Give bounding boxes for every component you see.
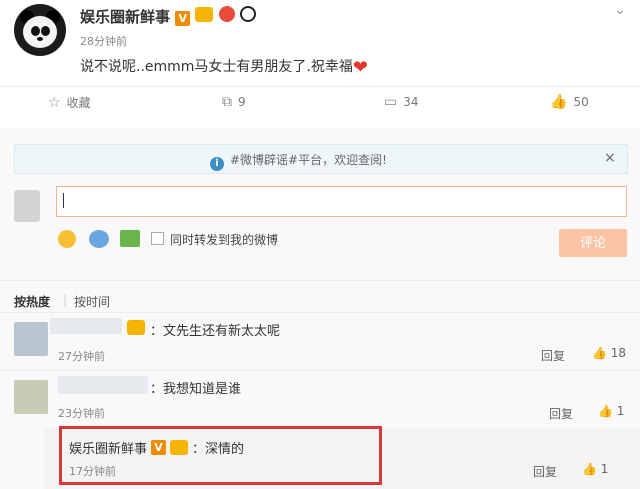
heart-icon: ❤ (352, 57, 368, 78)
author-avatar[interactable] (14, 4, 66, 56)
star-icon: ☆ (48, 94, 61, 111)
blurred-username[interactable] (58, 376, 148, 394)
divider (0, 370, 640, 371)
gif-icon[interactable] (89, 230, 109, 248)
highlight-box (59, 426, 382, 485)
divider (0, 280, 640, 281)
emoji-icon[interactable] (58, 230, 76, 248)
submit-comment-button[interactable]: 评论 (559, 229, 627, 257)
close-icon[interactable]: × (604, 150, 616, 166)
favorite-label: 收藏 (66, 96, 91, 110)
panda-nose (37, 37, 43, 41)
thumb-up-icon: 👍 (598, 404, 613, 418)
panda-eye-right (41, 26, 50, 36)
chevron-down-icon[interactable]: ⌄ (614, 2, 626, 18)
commenter-avatar[interactable] (14, 322, 48, 356)
comment-icon: ▭ (384, 94, 398, 110)
image-icon[interactable] (120, 230, 140, 247)
repost-icon: ⧉ (222, 94, 232, 110)
my-avatar (14, 190, 40, 222)
sort-by-time[interactable]: 按时间 (74, 293, 110, 310)
post-body: 说不说呢..emmm马女士有男朋友了.祝幸福 (80, 59, 353, 75)
reply-button[interactable]: 回复 (533, 463, 557, 480)
reply-button[interactable]: 回复 (541, 347, 565, 364)
info-icon: i (210, 157, 224, 171)
reply-button[interactable]: 回复 (549, 405, 573, 422)
post-text: 说不说呢..emmm马女士有男朋友了.祝幸福❤ (80, 56, 371, 78)
comment-like-count: 1 (600, 462, 609, 476)
thumb-up-icon: 👍 (582, 462, 597, 476)
comment-count: 34 (403, 95, 419, 109)
divider (0, 312, 640, 313)
author-row: 娱乐圈新鲜事 V (80, 6, 256, 27)
comment-like-count: 1 (616, 404, 625, 418)
comment-text: ：我想知道是谁 (150, 382, 242, 397)
thumb-up-icon: 👍 (550, 94, 568, 110)
blurred-username[interactable] (50, 318, 122, 334)
comment-text: ：文先生还有新太太呢 (150, 324, 281, 339)
panda-badge-icon (239, 6, 256, 22)
comment-time[interactable]: 27分钟前 (58, 348, 105, 364)
comment-like-count: 18 (610, 346, 627, 360)
sort-separator: | (63, 293, 68, 307)
member-badge-icon (127, 320, 145, 335)
comment-input[interactable] (56, 186, 627, 217)
red-badge-icon (218, 6, 235, 22)
repost-button[interactable]: ⧉ 9 (222, 94, 246, 110)
panda-face (23, 16, 57, 48)
sort-by-hot[interactable]: 按热度 (14, 293, 50, 310)
repost-checkbox[interactable] (151, 232, 164, 245)
member-badge-icon (195, 7, 214, 22)
like-button[interactable]: 👍 50 (550, 94, 589, 110)
divider (0, 86, 640, 87)
author-name[interactable]: 娱乐圈新鲜事 (80, 8, 170, 26)
comment-button[interactable]: ▭ 34 (384, 94, 419, 110)
comment-like-button[interactable]: 👍 1 (598, 404, 624, 418)
commenter-avatar[interactable] (14, 380, 48, 414)
text-caret (63, 193, 64, 208)
panda-eye-left (31, 26, 40, 36)
verified-badge-icon: V (175, 11, 191, 26)
repost-checkbox-label: 同时转发到我的微博 (170, 233, 279, 247)
favorite-button[interactable]: ☆ 收藏 (48, 94, 91, 111)
notice-text[interactable]: i #微博辟谣#平台，欢迎查阅! (210, 151, 387, 171)
repost-count: 9 (238, 95, 246, 109)
thumb-up-icon: 👍 (592, 346, 607, 360)
comment-time[interactable]: 23分钟前 (58, 405, 105, 421)
comment-like-button[interactable]: 👍 18 (592, 346, 626, 360)
comment-like-button[interactable]: 👍 1 (582, 462, 608, 476)
notice-label: #微博辟谣#平台，欢迎查阅! (230, 153, 387, 167)
like-count: 50 (573, 95, 589, 109)
post-time[interactable]: 28分钟前 (80, 33, 127, 49)
